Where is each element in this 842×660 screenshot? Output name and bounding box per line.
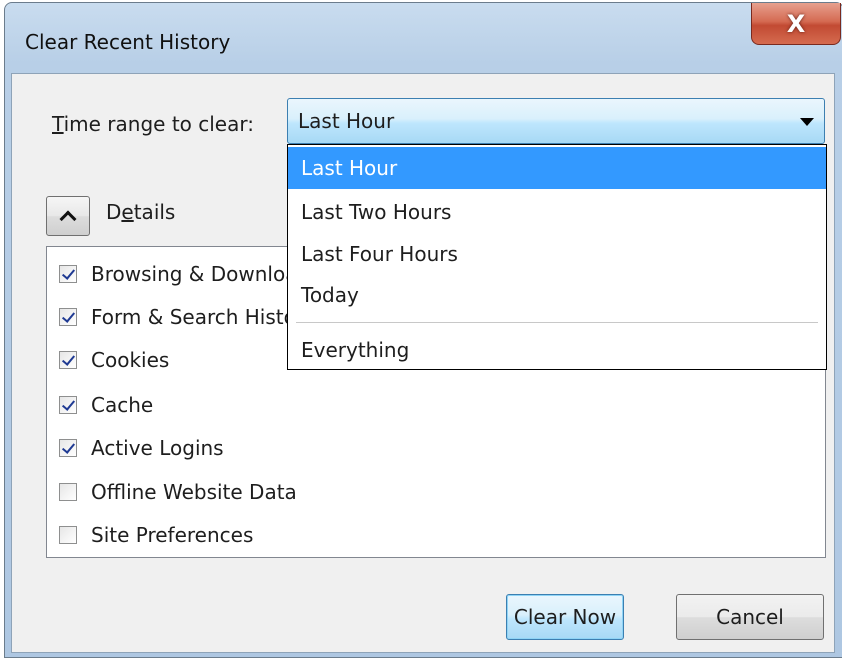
option-last-two-hours[interactable]: Last Two Hours [288,191,826,233]
checkbox-cache[interactable] [59,396,77,414]
dialog-title: Clear Recent History [25,30,231,54]
chevron-up-icon [59,210,77,228]
title-bar[interactable]: Clear Recent History X [5,3,842,75]
list-item-offline-data[interactable]: Offline Website Data [59,477,297,507]
list-item-active-logins[interactable]: Active Logins [59,433,224,463]
option-today[interactable]: Today [288,274,826,316]
option-last-four-hours[interactable]: Last Four Hours [288,233,826,275]
list-item-label: Active Logins [91,436,224,460]
list-item-label: Form & Search History [91,305,316,329]
checkbox-site-preferences[interactable] [59,526,77,544]
cancel-button[interactable]: Cancel [676,594,824,640]
time-range-value: Last Hour [298,109,395,133]
checkbox-offline-data[interactable] [59,483,77,501]
dropdown-arrow-icon [800,118,814,126]
close-button[interactable]: X [751,3,841,45]
checkbox-cookies[interactable] [59,351,77,369]
time-range-label: Time range to clear: [52,112,254,136]
clear-now-button[interactable]: Clear Now [506,594,624,640]
list-item-label: Cookies [91,348,170,372]
time-range-select[interactable]: Last Hour [287,98,825,144]
close-icon: X [786,9,806,38]
details-label[interactable]: Details [106,200,175,224]
dialog-body: Time range to clear: Last Hour Details B… [11,73,835,653]
checkbox-form-history[interactable] [59,308,77,326]
list-item-site-preferences[interactable]: Site Preferences [59,520,253,550]
list-item-label: Cache [91,393,154,417]
checkbox-browsing-history[interactable] [59,265,77,283]
list-item-cache[interactable]: Cache [59,390,153,420]
clear-history-dialog: Clear Recent History X Time range to cle… [4,2,842,658]
time-range-dropdown: Last Hour Last Two Hours Last Four Hours… [287,144,827,370]
list-item-cookies[interactable]: Cookies [59,345,169,375]
list-item-label: Offline Website Data [91,480,297,504]
list-item-form-history[interactable]: Form & Search History [59,302,316,332]
dropdown-separator [296,322,818,323]
details-toggle-button[interactable] [46,196,90,236]
option-everything[interactable]: Everything [288,329,826,371]
checkbox-active-logins[interactable] [59,439,77,457]
option-last-hour[interactable]: Last Hour [288,147,826,189]
list-item-label: Site Preferences [91,523,254,547]
